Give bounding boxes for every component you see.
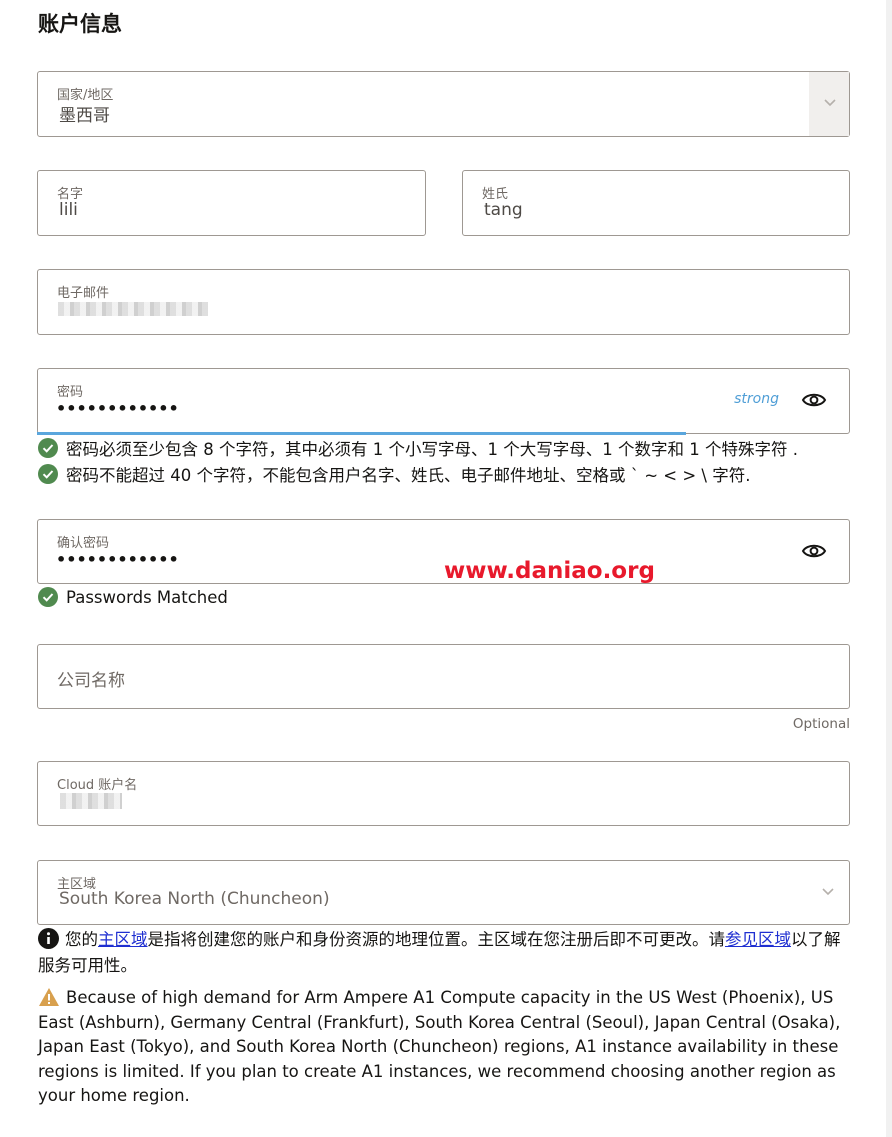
password-rule-2: 密码不能超过 40 个字符，不能包含用户名字、姓氏、电子邮件地址、空格或 ` ~… [38, 462, 750, 486]
home-region-link[interactable]: 主区域 [98, 930, 148, 949]
home-region-select[interactable]: 主区域 South Korea North (Chuncheon) [37, 860, 850, 925]
password-value: •••••••••••• [56, 399, 179, 418]
cloud-account-value-redacted [60, 793, 122, 809]
info-text-2: 是指将创建您的账户和身份资源的地理位置。主区域在您注册后即不可更改。请 [147, 930, 726, 949]
email-field[interactable]: 电子邮件 [37, 269, 850, 335]
check-circle-icon [38, 587, 58, 607]
section-title: 账户信息 [38, 12, 122, 36]
password-strength: strong [734, 391, 779, 407]
info-text-1: 您的 [65, 930, 98, 949]
first-name-field[interactable]: 名字 lili [37, 170, 426, 236]
optional-label: Optional [792, 716, 850, 732]
confirm-password-value: •••••••••••• [56, 550, 179, 569]
password-rule-1: 密码必须至少包含 8 个字符，其中必须有 1 个小写字母、1 个大写字母、1 个… [38, 436, 798, 460]
a1-warning-text: Because of high demand for Arm Ampere A1… [38, 988, 841, 1105]
passwords-matched: Passwords Matched [38, 587, 228, 607]
chevron-down-icon [823, 94, 837, 108]
last-name-value: tang [484, 200, 523, 220]
check-circle-icon [38, 438, 58, 458]
password-strength-bar [37, 432, 686, 435]
password-rule-2-text: 密码不能超过 40 个字符，不能包含用户名字、姓氏、电子邮件地址、空格或 ` ~… [66, 466, 751, 485]
warning-icon [38, 987, 60, 1007]
cloud-account-field[interactable]: Cloud 账户名 [37, 761, 850, 826]
home-region-info: 您的主区域是指将创建您的账户和身份资源的地理位置。主区域在您注册后即不可更改。请… [38, 927, 848, 979]
last-name-field[interactable]: 姓氏 tang [462, 170, 850, 236]
see-regions-link[interactable]: 参见区域 [725, 930, 791, 949]
confirm-password-label: 确认密码 [57, 536, 110, 551]
password-rule-1-text: 密码必须至少包含 8 个字符，其中必须有 1 个小写字母、1 个大写字母、1 个… [66, 440, 798, 459]
password-label: 密码 [57, 385, 84, 400]
passwords-matched-text: Passwords Matched [66, 587, 228, 607]
company-name-placeholder: 公司名称 [57, 671, 125, 691]
country-value: 墨西哥 [59, 106, 110, 126]
eye-icon[interactable] [801, 387, 827, 413]
chevron-down-icon[interactable] [821, 883, 835, 897]
a1-capacity-warning: Because of high demand for Arm Ampere A1… [38, 986, 843, 1109]
password-field[interactable]: 密码 •••••••••••• strong [37, 368, 850, 435]
country-dropdown-toggle[interactable] [809, 72, 849, 136]
cloud-account-label: Cloud 账户名 [57, 778, 138, 793]
first-name-value: lili [59, 200, 78, 220]
email-value-redacted [58, 302, 208, 316]
email-label: 电子邮件 [57, 286, 110, 301]
eye-icon[interactable] [801, 538, 827, 564]
check-circle-icon [38, 464, 58, 484]
country-select[interactable]: 国家/地区 墨西哥 [37, 71, 850, 137]
info-icon [38, 928, 59, 949]
page-scrollbar[interactable] [886, 0, 892, 1137]
company-name-field[interactable]: 公司名称 [37, 644, 850, 709]
home-region-value: South Korea North (Chuncheon) [59, 889, 330, 909]
watermark-text: www.daniao.org [444, 558, 655, 584]
